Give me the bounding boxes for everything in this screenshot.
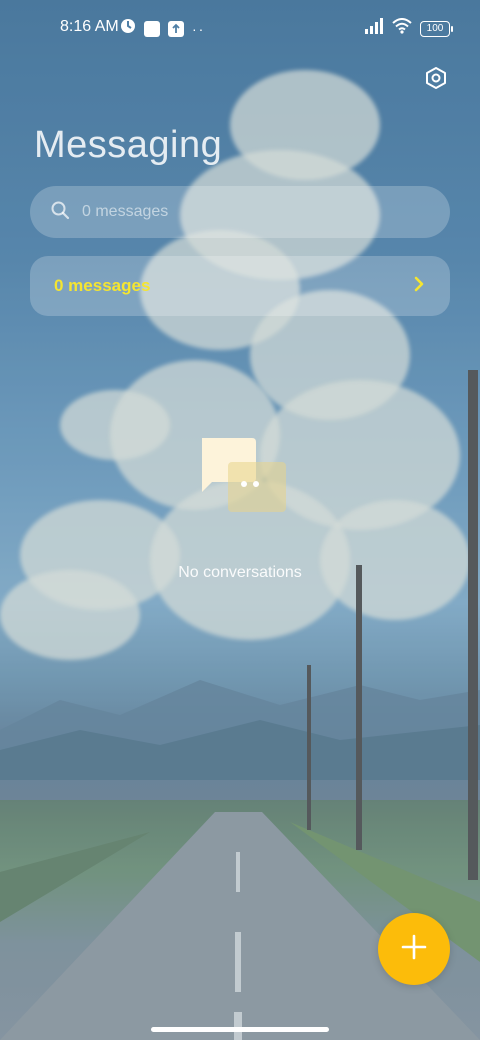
messages-card[interactable]: 0 messages	[30, 256, 450, 316]
empty-state-text: No conversations	[178, 564, 302, 581]
home-indicator[interactable]	[151, 1027, 329, 1032]
chat-bubbles-icon	[194, 438, 286, 524]
signal-icon	[364, 18, 384, 39]
chevron-right-icon	[412, 276, 426, 297]
battery-icon: 100	[420, 20, 453, 37]
status-bar: 8:16 AM ·· 100	[0, 0, 480, 56]
search-input[interactable]	[82, 203, 402, 221]
new-conversation-button[interactable]	[378, 913, 450, 985]
notification-square-icon	[144, 20, 160, 37]
plus-icon	[401, 934, 427, 965]
battery-level: 100	[426, 23, 444, 34]
settings-hex-icon	[424, 66, 448, 95]
messages-count-label: 0 messages	[54, 276, 151, 295]
search-icon	[50, 200, 70, 225]
settings-button[interactable]	[420, 64, 452, 96]
wifi-icon	[392, 18, 412, 39]
more-notifications-icon: ··	[192, 20, 206, 37]
page-title: Messaging	[34, 124, 223, 166]
upload-icon	[168, 20, 184, 37]
empty-state	[0, 436, 480, 525]
clock-status-icon	[120, 18, 136, 39]
search-bar[interactable]	[30, 186, 450, 238]
status-time: 8:16 AM	[60, 18, 119, 35]
